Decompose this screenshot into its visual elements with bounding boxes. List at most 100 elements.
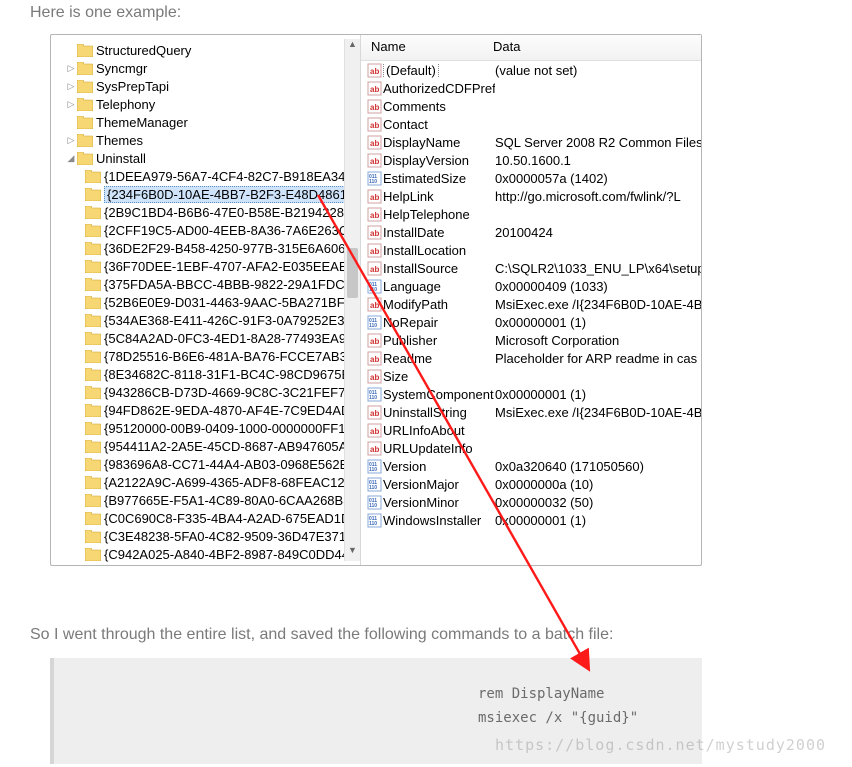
registry-value-row[interactable]: abSize xyxy=(361,367,701,385)
svg-text:ab: ab xyxy=(370,247,379,256)
value-name: Contact xyxy=(383,117,495,132)
tree-key-guid[interactable]: {C3E48238-5FA0-4C82-9509-36D47E371A29} xyxy=(51,527,360,545)
registry-value-row[interactable]: abURLInfoAbout xyxy=(361,421,701,439)
registry-value-row[interactable]: 011110Language0x00000409 (1033) xyxy=(361,277,701,295)
svg-text:ab: ab xyxy=(370,67,379,76)
column-header-data[interactable]: Data xyxy=(493,39,701,54)
string-icon: ab xyxy=(365,117,383,132)
value-data: http://go.microsoft.com/fwlink/?L xyxy=(495,189,701,204)
string-icon: ab xyxy=(365,243,383,258)
registry-value-row[interactable]: abModifyPathMsiExec.exe /I{234F6B0D-10AE… xyxy=(361,295,701,313)
tree-key-label: {B977665E-F5A1-4C89-80A0-6CAA268B33BF} xyxy=(104,493,361,508)
value-name: URLInfoAbout xyxy=(383,423,495,438)
registry-value-row[interactable]: abUninstallStringMsiExec.exe /I{234F6B0D… xyxy=(361,403,701,421)
tree-key-guid[interactable]: {94FD862E-9EDA-4870-AF4E-7C9ED4AD42E8} xyxy=(51,401,360,419)
svg-text:ab: ab xyxy=(370,409,379,418)
tree-key-guid[interactable]: {375FDA5A-BBCC-4BBB-9822-29A1FDC2D59E} xyxy=(51,275,360,293)
registry-value-row[interactable]: 011110NoRepair0x00000001 (1) xyxy=(361,313,701,331)
svg-text:110: 110 xyxy=(369,521,377,527)
scroll-up-icon[interactable]: ▲ xyxy=(345,39,360,55)
values-pane[interactable]: Name Data ab(Default)(value not set)abAu… xyxy=(361,35,701,565)
registry-value-row[interactable]: abPublisherMicrosoft Corporation xyxy=(361,331,701,349)
tree-key-guid[interactable]: {234F6B0D-10AE-4BB7-B2F3-E48D4861952D} xyxy=(51,185,360,203)
registry-value-row[interactable]: abComments xyxy=(361,97,701,115)
tree-key-guid[interactable]: {B977665E-F5A1-4C89-80A0-6CAA268B33BF} xyxy=(51,491,360,509)
expander-icon[interactable]: ▷ xyxy=(65,59,77,77)
tree-key-guid[interactable]: {C942A025-A840-4BF2-8987-849C0DD44574} xyxy=(51,545,360,563)
registry-value-row[interactable]: abDisplayVersion10.50.1600.1 xyxy=(361,151,701,169)
expander-icon[interactable]: ▷ xyxy=(65,131,77,149)
registry-value-row[interactable]: 011110Version0x0a320640 (171050560) xyxy=(361,457,701,475)
tree-key-guid[interactable]: {2B9C1BD4-B6B6-47E0-B58E-B21942288909} xyxy=(51,203,360,221)
folder-icon xyxy=(77,61,93,75)
tree-key[interactable]: ▷Themes xyxy=(51,131,360,149)
registry-value-row[interactable]: ab InstallLocation xyxy=(361,241,701,259)
svg-text:110: 110 xyxy=(369,485,377,491)
tree-key-guid[interactable]: {C0C690C8-F335-4BA4-A2AD-675EAD1DFA90} xyxy=(51,509,360,527)
folder-icon xyxy=(85,241,101,255)
tree-key-guid[interactable]: {36DE2F29-B458-4250-977B-315E6A606FFF} xyxy=(51,239,360,257)
tree-key-guid[interactable]: {52B6E0E9-D031-4463-9AAC-5BA271BFA1AA} xyxy=(51,293,360,311)
scroll-down-icon[interactable]: ▼ xyxy=(345,545,360,561)
tree-key-label: SysPrepTapi xyxy=(96,79,169,94)
registry-value-row[interactable]: 011110EstimatedSize0x0000057a (1402) xyxy=(361,169,701,187)
dword-icon: 011110 xyxy=(365,495,383,510)
registry-value-row[interactable]: abInstallSourceC:\SQLR2\1033_ENU_LP\x64\… xyxy=(361,259,701,277)
tree-key-guid[interactable]: {A2122A9C-A699-4365-ADF8-68FEAC125D61} xyxy=(51,473,360,491)
tree-key-guid[interactable]: {943286CB-D73D-4669-9C8C-3C21FEF703A1} xyxy=(51,383,360,401)
registry-value-row[interactable]: abHelpLinkhttp://go.microsoft.com/fwlink… xyxy=(361,187,701,205)
registry-value-row[interactable]: ab Contact xyxy=(361,115,701,133)
value-data: 10.50.1600.1 xyxy=(495,153,701,168)
registry-value-row[interactable]: abDisplayNameSQL Server 2008 R2 Common F… xyxy=(361,133,701,151)
tree-key[interactable]: ▷Syncmgr xyxy=(51,59,360,77)
registry-value-row[interactable]: 011110WindowsInstaller0x00000001 (1) xyxy=(361,511,701,529)
registry-value-row[interactable]: abAuthorizedCDFPrefix xyxy=(361,79,701,97)
registry-value-row[interactable]: ab(Default)(value not set) xyxy=(361,61,701,79)
registry-value-row[interactable]: abHelpTelephone xyxy=(361,205,701,223)
tree-pane[interactable]: StructuredQuery▷Syncmgr▷SysPrepTapi▷Tele… xyxy=(51,35,361,565)
value-data: 0x0a320640 (171050560) xyxy=(495,459,701,474)
value-data: C:\SQLR2\1033_ENU_LP\x64\setup xyxy=(495,261,701,276)
dword-icon: 011110 xyxy=(365,171,383,186)
registry-value-row[interactable]: abReadmePlaceholder for ARP readme in ca… xyxy=(361,349,701,367)
folder-icon xyxy=(85,457,101,471)
tree-key[interactable]: ThemeManager xyxy=(51,113,360,131)
registry-value-row[interactable]: 011110VersionMajor0x0000000a (10) xyxy=(361,475,701,493)
tree-key[interactable]: StructuredQuery xyxy=(51,41,360,59)
column-header-name[interactable]: Name xyxy=(365,39,493,54)
tree-key-label: {943286CB-D73D-4669-9C8C-3C21FEF703A1} xyxy=(104,385,361,400)
registry-value-row[interactable]: 011110VersionMinor0x00000032 (50) xyxy=(361,493,701,511)
tree-key-guid[interactable]: {78D25516-B6E6-481A-BA76-FCCE7AB37A4B} xyxy=(51,347,360,365)
tree-key-guid[interactable]: {95120000-00B9-0409-1000-0000000FF1CE} xyxy=(51,419,360,437)
tree-key-guid[interactable]: {5C84A2AD-0FC3-4ED1-8A28-77493EA9E7BB} xyxy=(51,329,360,347)
registry-value-row[interactable]: abInstallDate20100424 xyxy=(361,223,701,241)
value-name: DisplayName xyxy=(383,135,495,150)
tree-key-label: {78D25516-B6E6-481A-BA76-FCCE7AB37A4B} xyxy=(104,349,361,364)
tree-key-label: {C0C690C8-F335-4BA4-A2AD-675EAD1DFA90} xyxy=(104,511,361,526)
scroll-thumb[interactable] xyxy=(347,248,358,298)
tree-key[interactable]: ▷Telephony xyxy=(51,95,360,113)
tree-key-guid[interactable]: {954411A2-2A5E-45CD-8687-AB947605AF28} xyxy=(51,437,360,455)
tree-scrollbar[interactable]: ▲ ▼ xyxy=(344,39,360,561)
batch-code-block: rem DisplayName msiexec /x "{guid}" xyxy=(50,658,702,764)
tree-key-guid[interactable]: {2CFF19C5-AD00-4EEB-8A36-7A6E263C3A79} xyxy=(51,221,360,239)
registry-value-row[interactable]: abURLUpdateInfo xyxy=(361,439,701,457)
value-name: HelpLink xyxy=(383,189,495,204)
expander-icon[interactable]: ◢ xyxy=(65,149,77,167)
registry-value-row[interactable]: 011110SystemComponent0x00000001 (1) xyxy=(361,385,701,403)
expander-icon[interactable]: ▷ xyxy=(65,77,77,95)
tree-key-guid[interactable]: {36F70DEE-1EBF-4707-AFA2-E035EEAEBAA1} xyxy=(51,257,360,275)
tree-key[interactable]: ◢Uninstall xyxy=(51,149,360,167)
values-header[interactable]: Name Data xyxy=(361,35,701,61)
value-data: 20100424 xyxy=(495,225,701,240)
tree-key-guid[interactable]: {8E34682C-8118-31F1-BC4C-98CD9675E1C2} xyxy=(51,365,360,383)
tree-key-guid[interactable]: {1DEEA979-56A7-4CF4-82C7-B918EA34E1DF} xyxy=(51,167,360,185)
tree-key-guid[interactable]: {983696A8-CC71-44A4-AB03-0968E562B16A} xyxy=(51,455,360,473)
value-data: 0x0000057a (1402) xyxy=(495,171,701,186)
expander-icon[interactable]: ▷ xyxy=(65,95,77,113)
string-icon: ab xyxy=(365,441,383,456)
svg-text:ab: ab xyxy=(370,121,379,130)
tree-key[interactable]: ▷ SysPrepTapi xyxy=(51,77,360,95)
value-name: InstallLocation xyxy=(383,243,495,258)
tree-key-guid[interactable]: {534AE368-E411-426C-91F3-0A79252E38D4} xyxy=(51,311,360,329)
